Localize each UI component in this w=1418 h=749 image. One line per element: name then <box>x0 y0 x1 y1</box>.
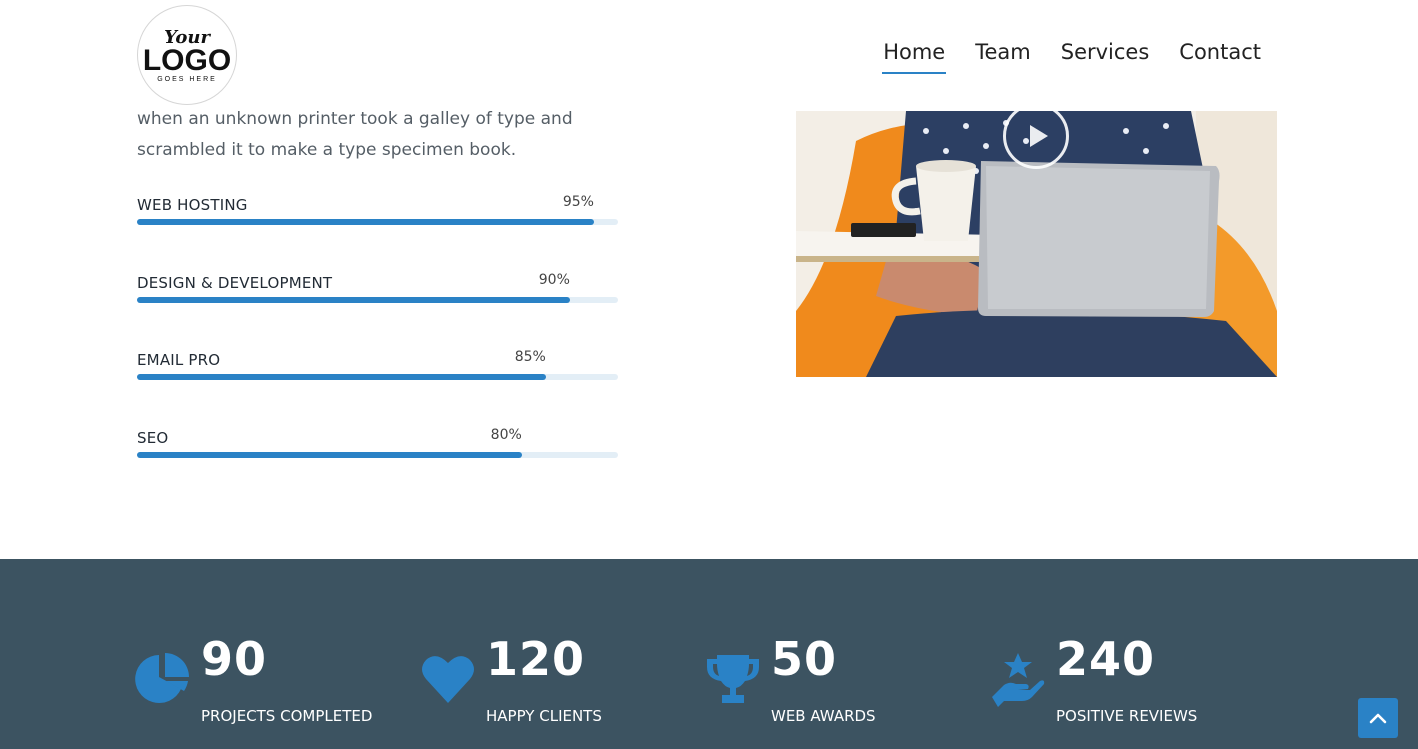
logo-line-3: GOES HERE <box>157 76 217 83</box>
trophy-icon <box>707 655 759 703</box>
stat-number: 240 <box>1056 632 1156 686</box>
skill-label: WEB HOSTING <box>137 196 248 214</box>
stats-section: 90 PROJECTS COMPLETED 120 HAPPY CLIENTS … <box>0 559 1418 749</box>
skill-label: SEO <box>137 429 169 447</box>
intro-line-2: scrambled it to make a type specimen boo… <box>137 140 517 160</box>
skill-track <box>137 297 618 303</box>
stat-number: 90 <box>201 632 268 686</box>
skill-percent: 80% <box>490 427 522 443</box>
skill-label: EMAIL PRO <box>137 351 221 369</box>
skill-label: DESIGN & DEVELOPMENT <box>137 274 333 292</box>
skill-percent: 95% <box>562 194 594 210</box>
logo[interactable]: Your LOGO GOES HERE <box>137 5 237 105</box>
pie-chart-icon <box>135 653 189 703</box>
skill-fill <box>137 297 570 303</box>
stat-number: 50 <box>771 632 838 686</box>
skill-fill <box>137 374 546 380</box>
skill-track <box>137 452 618 458</box>
stat-caption: WEB AWARDS <box>771 707 876 725</box>
main-nav: Home Team Services Contact <box>882 40 1262 74</box>
chevron-up-icon <box>1369 713 1387 724</box>
stat-number: 120 <box>486 632 586 686</box>
scroll-to-top-button[interactable] <box>1358 698 1398 738</box>
skill-track <box>137 219 618 225</box>
heart-icon <box>422 656 474 703</box>
nav-item-home[interactable]: Home <box>882 40 947 74</box>
nav-item-contact[interactable]: Contact <box>1178 40 1262 74</box>
intro-text: when an unknown printer took a galley of… <box>137 104 607 166</box>
hand-star-icon <box>992 653 1045 707</box>
stat-caption: HAPPY CLIENTS <box>486 707 602 725</box>
logo-line-2: LOGO <box>142 44 232 77</box>
stat-caption: PROJECTS COMPLETED <box>201 707 373 725</box>
stat-caption: POSITIVE REVIEWS <box>1056 707 1198 725</box>
intro-line-1: when an unknown printer took a galley of… <box>137 109 573 129</box>
skill-track <box>137 374 618 380</box>
play-button[interactable] <box>1003 103 1069 169</box>
skill-fill <box>137 219 594 225</box>
nav-item-services[interactable]: Services <box>1060 40 1151 74</box>
nav-item-team[interactable]: Team <box>974 40 1032 74</box>
skill-fill <box>137 452 522 458</box>
skill-percent: 85% <box>514 349 546 365</box>
play-icon <box>1030 125 1048 147</box>
skill-percent: 90% <box>538 272 570 288</box>
